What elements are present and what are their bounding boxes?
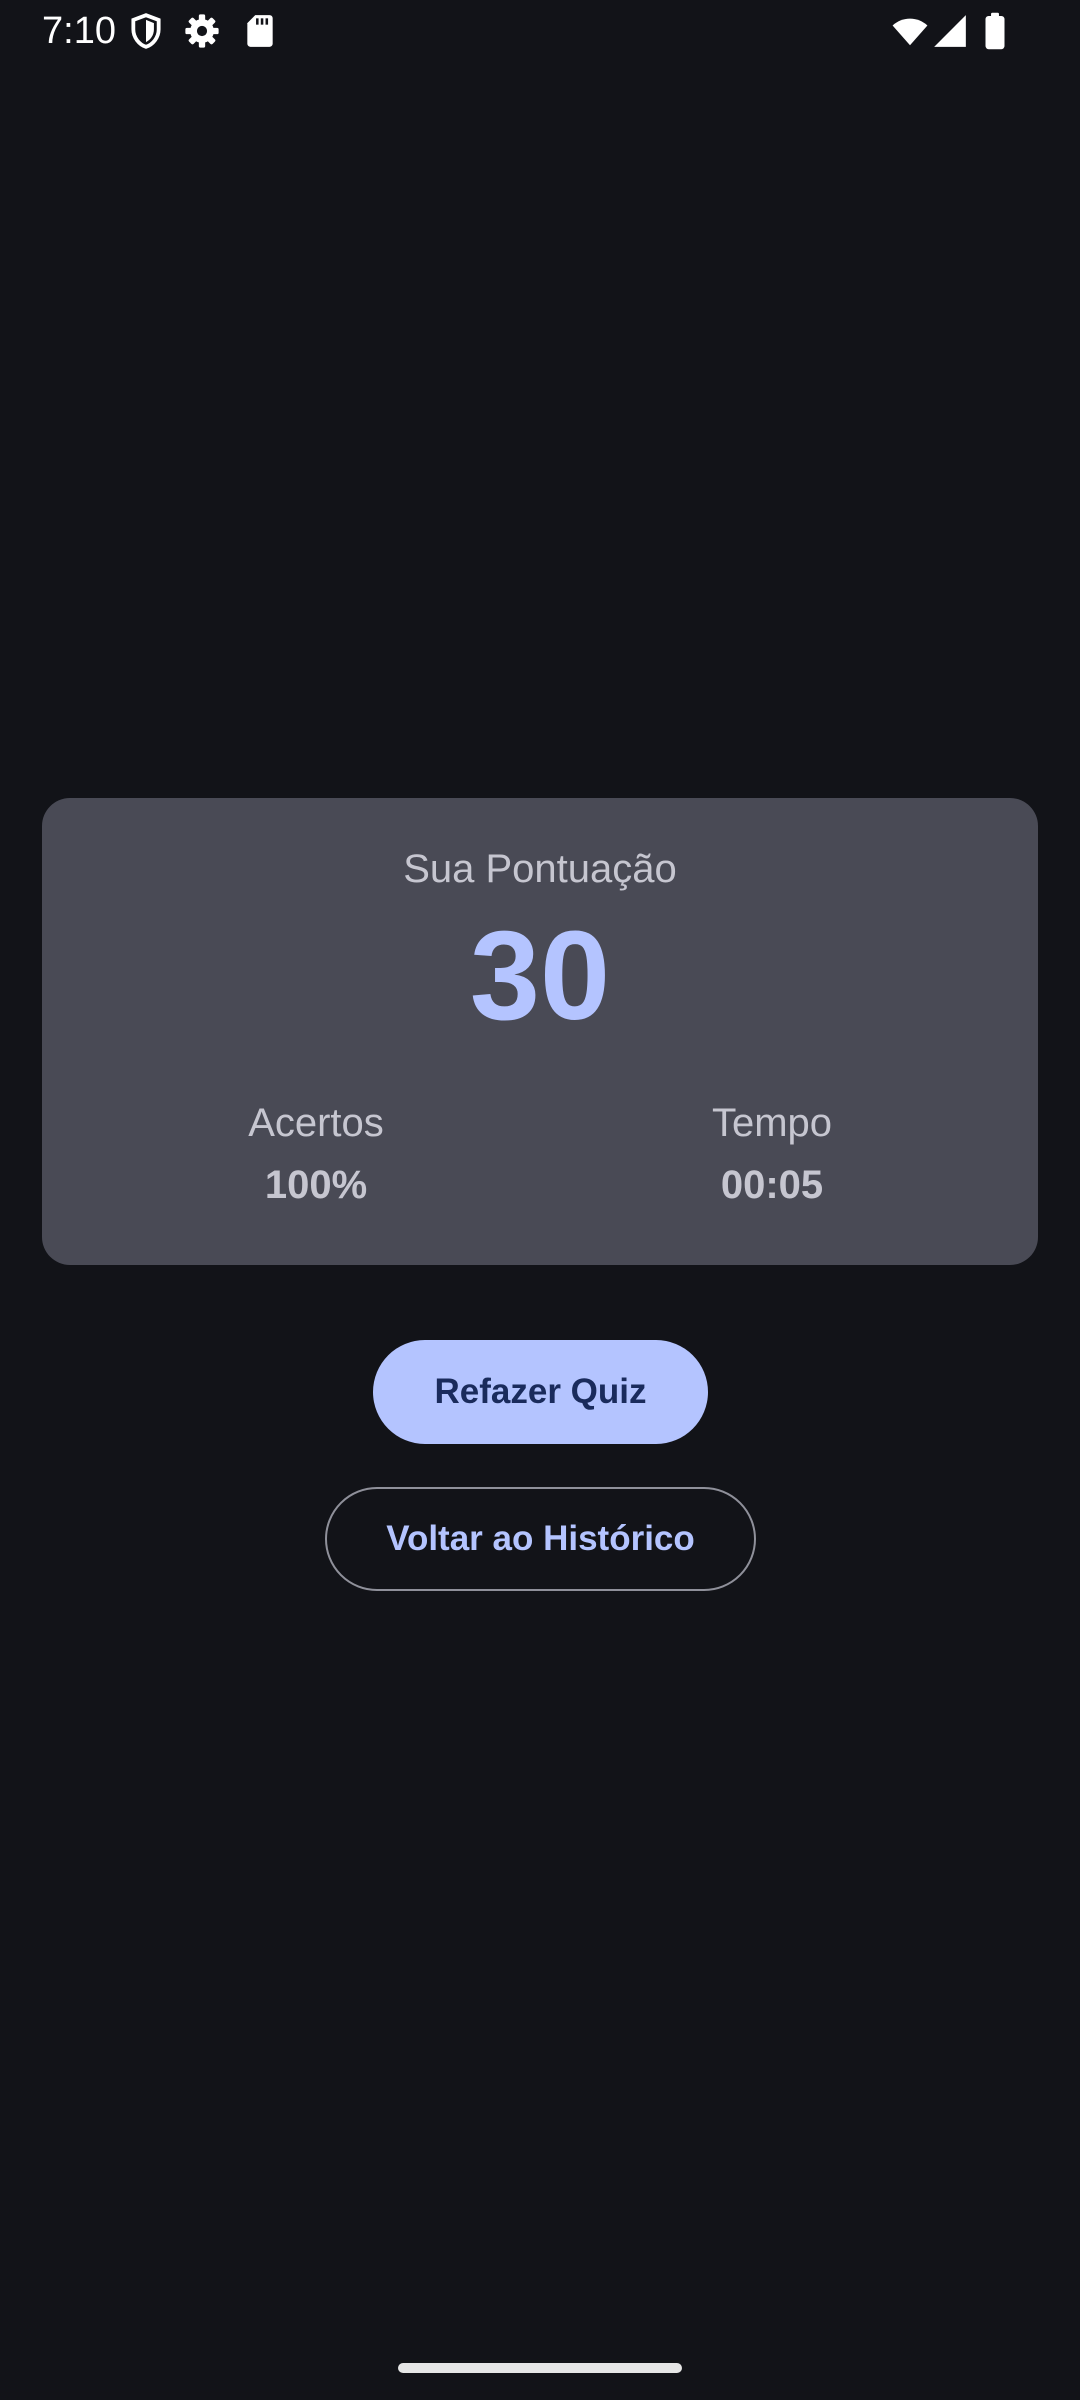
- gear-icon: [182, 12, 222, 50]
- shield-icon: [126, 12, 166, 50]
- time-value: 00:05: [720, 1163, 824, 1207]
- back-to-history-button[interactable]: Voltar ao Histórico: [325, 1487, 756, 1591]
- time-label: Tempo: [711, 1101, 833, 1145]
- time-stat: Tempo 00:05: [622, 1098, 922, 1210]
- score-label: Sua Pontuação: [403, 847, 677, 891]
- accuracy-stat: Acertos 100%: [166, 1098, 466, 1210]
- gesture-nav-handle[interactable]: [398, 2363, 682, 2373]
- battery-icon: [982, 12, 1008, 50]
- retry-quiz-button[interactable]: Refazer Quiz: [373, 1340, 708, 1444]
- status-time: 7:10: [42, 10, 116, 52]
- sd-card-icon: [240, 12, 280, 50]
- signal-icon: [930, 12, 970, 50]
- wifi-icon: [888, 12, 932, 50]
- accuracy-value: 100%: [264, 1163, 368, 1207]
- accuracy-label: Acertos: [248, 1101, 384, 1145]
- status-bar: 7:10: [0, 0, 1080, 62]
- score-card: Sua Pontuação 30 Acertos 100% Tempo 00:0…: [42, 798, 1038, 1265]
- score-value: 30: [469, 905, 611, 1046]
